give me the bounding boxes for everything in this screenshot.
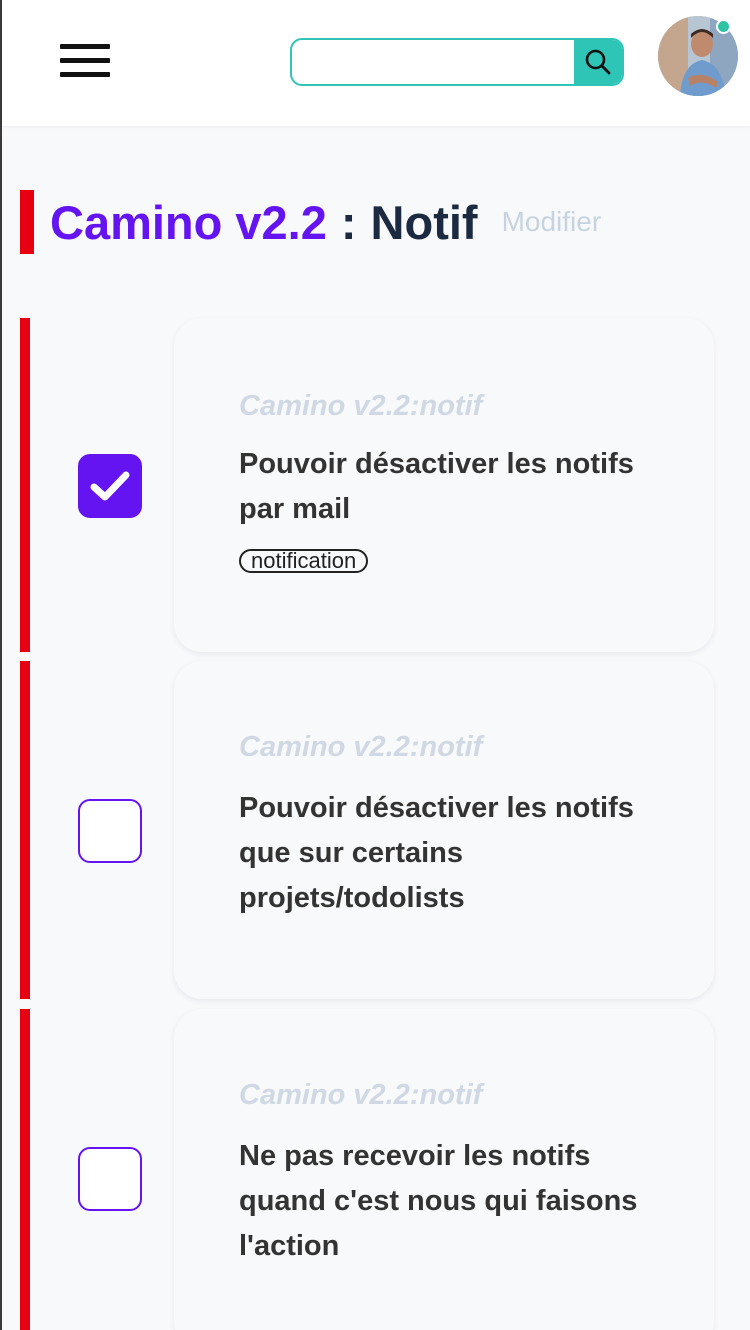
task-card[interactable]: Camino v2.2:notif Pouvoir désactiver les… xyxy=(174,318,714,652)
task-card[interactable]: Camino v2.2:notif Pouvoir désactiver les… xyxy=(174,661,714,999)
task-project-label: Camino v2.2:notif xyxy=(239,390,483,422)
title-accent-bar xyxy=(20,190,34,254)
task-priority-bar xyxy=(20,1009,30,1330)
online-status-indicator xyxy=(716,19,731,34)
task-title: Ne pas recevoir les notifs quand c'est n… xyxy=(239,1140,638,1262)
task-checkbox[interactable] xyxy=(78,454,142,518)
hamburger-menu-icon[interactable] xyxy=(60,44,112,80)
search-button[interactable] xyxy=(574,40,622,84)
modify-link[interactable]: Modifier xyxy=(502,206,602,238)
top-bar xyxy=(2,0,750,126)
task-priority-bar xyxy=(20,318,30,652)
task-priority-bar xyxy=(20,661,30,999)
task-title: Pouvoir désactiver les notifs que sur ce… xyxy=(239,792,634,914)
search-input[interactable] xyxy=(292,40,576,84)
task-project-label: Camino v2.2:notif xyxy=(239,731,483,763)
section-name: Notif xyxy=(370,195,478,249)
task-title: Pouvoir désactiver les notifs par mail xyxy=(239,448,634,525)
checkmark-icon xyxy=(90,471,130,501)
task-tag[interactable]: notification xyxy=(239,549,369,573)
task-checkbox[interactable] xyxy=(78,1147,142,1211)
title-separator: : xyxy=(340,195,357,249)
task-card[interactable]: Camino v2.2:notif Ne pas recevoir les no… xyxy=(174,1009,714,1330)
search-icon xyxy=(585,49,611,75)
project-name[interactable]: Camino v2.2 xyxy=(50,195,327,250)
task-project-label: Camino v2.2:notif xyxy=(239,1079,483,1111)
search-box xyxy=(290,38,624,86)
page-title: Camino v2.2 : Notif Modifier xyxy=(50,192,601,252)
task-checkbox[interactable] xyxy=(78,799,142,863)
